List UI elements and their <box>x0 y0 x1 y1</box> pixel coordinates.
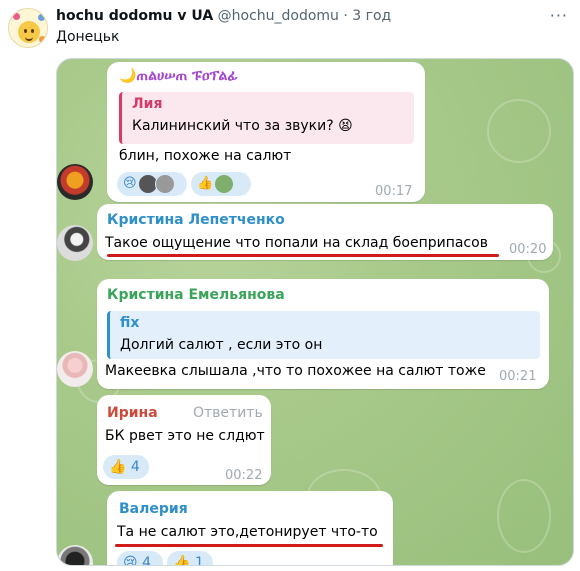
more-options-icon[interactable]: ··· <box>550 6 568 25</box>
message-time: 00:17 <box>375 184 413 199</box>
separator: · <box>343 8 348 24</box>
reaction-count: 4 <box>142 555 151 566</box>
message-text: БК рвет это не слдют <box>105 428 265 444</box>
author-avatar[interactable] <box>8 8 48 48</box>
red-underline-annotation <box>115 544 383 547</box>
sender-avatar[interactable] <box>57 351 93 387</box>
reaction-cry[interactable]: 😢 <box>117 172 187 196</box>
message-text: блин, похоже на салют <box>119 148 292 164</box>
reaction-thumbs-up[interactable]: 👍 4 <box>103 455 149 479</box>
message-sender[interactable]: Кристина Лепетченко <box>107 212 285 228</box>
message-sender[interactable]: Ирина <box>107 405 158 421</box>
thumbs-up-emoji-icon: 👍 <box>197 176 214 191</box>
message-bubble[interactable]: Кристина Лепетченко Такое ощущение что п… <box>97 204 553 260</box>
reaction-count: 1 <box>194 555 204 566</box>
reaction-thumbs-up[interactable]: 👍 <box>191 172 251 196</box>
cry-emoji-icon: 😢 <box>123 176 137 191</box>
message-time: 00:22 <box>225 468 263 483</box>
flower-decoration <box>38 14 45 21</box>
message-sender[interactable]: Кристина Емельянова <box>107 287 285 303</box>
sender-avatar[interactable] <box>57 545 93 565</box>
message-bubble[interactable]: Ирина Ответить БК рвет это не слдют 👍 4 … <box>97 395 271 485</box>
reply-button[interactable]: Ответить <box>193 405 263 421</box>
message-bubble[interactable]: Кристина Емельянова fix Долгий салют , е… <box>97 279 549 389</box>
tweet-time[interactable]: 3 год <box>352 8 391 24</box>
message-sender[interactable]: Валерия <box>119 501 188 517</box>
red-underline-annotation <box>107 254 499 257</box>
thumbs-up-emoji-icon: 👍 <box>173 555 191 566</box>
quote-sender: fix <box>120 315 140 331</box>
message-time: 00:20 <box>509 242 547 257</box>
message-text: Макеевка слышала ,что то похожее на салю… <box>105 363 486 379</box>
quote-text: Калининский что за звуки? 😫 <box>132 118 353 134</box>
thumbs-up-emoji-icon: 👍 <box>109 459 127 475</box>
author-handle[interactable]: @hochu_dodomu <box>218 8 339 24</box>
sender-avatar[interactable] <box>57 225 93 261</box>
cry-emoji-icon: 😢 <box>123 555 138 566</box>
reactor-avatar <box>214 173 235 194</box>
reaction-thumbs-up[interactable]: 👍 1 <box>167 551 213 566</box>
tweet-media-image[interactable]: 🌙ጠልሀሠጠ ፑዐፕልፊ Лия Калининский что за звук… <box>56 58 574 566</box>
flower-decoration <box>13 13 20 20</box>
reaction-count: 4 <box>130 459 140 475</box>
reply-quote[interactable]: Лия Калининский что за звуки? 😫 <box>119 92 414 144</box>
tweet-text: Донецьк <box>56 29 120 45</box>
quote-sender: Лия <box>132 96 163 112</box>
message-text: Та не салют это,детонирует что-то <box>117 524 378 540</box>
flower-decoration <box>39 36 46 43</box>
wallpaper-doodle <box>487 99 551 163</box>
smiley-face-icon <box>18 21 40 43</box>
wallpaper-doodle <box>497 479 551 553</box>
reactor-avatar <box>154 173 175 194</box>
sender-avatar[interactable] <box>57 164 93 200</box>
message-time: 00:21 <box>499 369 537 384</box>
message-bubble[interactable]: 🌙ጠልሀሠጠ ፑዐፕልፊ Лия Калининский что за звук… <box>107 62 425 202</box>
message-sender[interactable]: 🌙ጠልሀሠጠ ፑዐፕልፊ <box>119 68 238 84</box>
reply-quote[interactable]: fix Долгий салют , если это он <box>107 311 540 359</box>
tweet-header: hochu dodomu v UA @hochu_dodomu · 3 год <box>56 8 391 24</box>
quote-text: Долгий салют , если это он <box>120 337 323 353</box>
message-text: Такое ощущение что попали на склад боепр… <box>105 235 488 251</box>
reaction-cry[interactable]: 😢 4 <box>117 551 163 566</box>
message-bubble[interactable]: Валерия Та не салют это,детонирует что-т… <box>107 491 393 566</box>
author-name[interactable]: hochu dodomu v UA <box>56 8 213 24</box>
